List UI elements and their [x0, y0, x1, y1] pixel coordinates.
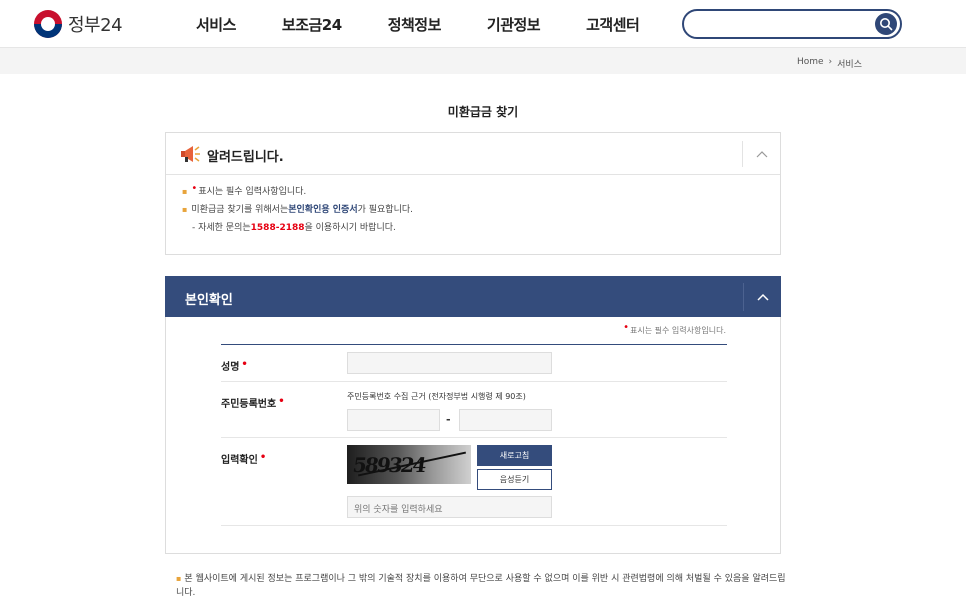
- required-mark-icon: •: [241, 359, 248, 370]
- required-mark-icon: •: [278, 396, 285, 407]
- notice-line-required: ▪ • 표시는 필수 입력사항입니다.: [182, 183, 780, 197]
- search-icon: [880, 18, 893, 31]
- search-input[interactable]: [696, 15, 866, 33]
- search-button[interactable]: [875, 13, 897, 35]
- identity-collapse-button[interactable]: [743, 283, 781, 311]
- identity-header: 본인확인: [165, 276, 781, 317]
- name-field: [347, 352, 552, 376]
- captcha-refresh-button[interactable]: 새로고침: [477, 445, 552, 466]
- rrn-dash: -: [446, 413, 451, 426]
- notice-title: 알려드립니다.: [207, 150, 284, 165]
- rrn-back-field: [459, 409, 552, 433]
- breadcrumb: Home › 서비스: [797, 57, 862, 70]
- rrn-hint: 주민등록번호 수집 근거 (전자정부법 시행령 제 90조): [347, 392, 526, 401]
- footer-note: ▪ 본 웹사이트에 게시된 정보는 프로그램이나 그 밖의 기술적 장치를 이용하…: [176, 572, 786, 600]
- notice-contact-phone: 1588-2188: [250, 223, 305, 233]
- name-input[interactable]: [348, 356, 551, 376]
- notice-contact-prefix: - 자세한 문의는: [192, 223, 251, 233]
- name-label-text: 성명: [221, 362, 240, 373]
- main-nav: 서비스 보조금24 정책정보 기관정보 고객센터: [196, 14, 685, 35]
- breadcrumb-home[interactable]: Home: [797, 57, 824, 70]
- bullet-icon: ▪: [182, 205, 188, 214]
- rrn-label-text: 주민등록번호: [221, 399, 277, 410]
- rrn-row: 주민등록번호 • 주민등록번호 수집 근거 (전자정부법 시행령 제 90조) -: [221, 382, 727, 438]
- notice-collapse-button[interactable]: [742, 141, 780, 167]
- name-label: 성명 •: [221, 358, 249, 373]
- notice-line-contact: - 자세한 문의는 1588-2188 을 이용하시기 바랍니다.: [182, 224, 780, 233]
- bullet-icon: ▪: [182, 187, 188, 196]
- megaphone-icon: [181, 146, 200, 162]
- captcha-row: 입력확인 • 589324 새로고침 음성듣기: [221, 438, 727, 526]
- captcha-input[interactable]: [348, 500, 551, 520]
- required-mark-icon: •: [259, 452, 267, 463]
- chevron-right-icon: ›: [828, 57, 833, 67]
- required-mark-icon: •: [623, 322, 630, 333]
- notice-header: 알려드립니다.: [166, 133, 780, 175]
- bullet-icon: ▪: [176, 574, 182, 583]
- chevron-up-icon: [756, 151, 768, 158]
- rrn-back-input[interactable]: [460, 413, 551, 433]
- footer-note-text: 본 웹사이트에 게시된 정보는 프로그램이나 그 밖의 기술적 장치를 이용하여…: [176, 574, 786, 598]
- notice-cert-prefix: 미환급금 찾기를 위해서는: [191, 205, 289, 215]
- logo[interactable]: 정부24: [34, 10, 123, 38]
- chevron-up-icon: [757, 293, 769, 301]
- site-header: 정부24 서비스 보조금24 정책정보 기관정보 고객센터: [0, 0, 966, 48]
- nav-item-subsidy[interactable]: 보조금24: [282, 14, 342, 35]
- taegeuk-logo-icon: [34, 10, 62, 38]
- required-note: •표시는 필수 입력사항입니다.: [623, 322, 726, 336]
- identity-title: 본인확인: [185, 293, 233, 308]
- notice-body: ▪ • 표시는 필수 입력사항입니다. ▪ 미환급금 찾기를 위해서는 본인확인…: [166, 175, 780, 233]
- breadcrumb-current[interactable]: 서비스: [837, 57, 862, 70]
- rrn-label: 주민등록번호 •: [221, 395, 286, 410]
- nav-item-services[interactable]: 서비스: [196, 14, 236, 35]
- required-note-text: 표시는 필수 입력사항입니다.: [630, 326, 726, 335]
- notice-contact-suffix: 을 이용하시기 바랍니다.: [304, 223, 396, 233]
- nav-item-support[interactable]: 고객센터: [586, 14, 640, 35]
- captcha-field: [347, 496, 552, 520]
- identity-panel: 본인확인 •표시는 필수 입력사항입니다. 성명 • 주민등록번호 • 주민등록번호…: [165, 276, 781, 554]
- notice-cert-highlight: 본인확인용 인증서: [288, 205, 358, 215]
- nav-item-agency[interactable]: 기관정보: [487, 14, 541, 35]
- logo-text: 정부24: [68, 15, 123, 36]
- notice-cert-suffix: 가 필요합니다.: [357, 205, 414, 215]
- rrn-front-input[interactable]: [348, 413, 439, 433]
- captcha-audio-button[interactable]: 음성듣기: [477, 469, 552, 490]
- captcha-label: 입력확인 •: [221, 451, 267, 466]
- notice-required-text: 표시는 필수 입력사항입니다.: [198, 187, 307, 197]
- captcha-label-text: 입력확인: [221, 455, 258, 466]
- notice-panel: 알려드립니다. ▪ • 표시는 필수 입력사항입니다. ▪ 미환급금 찾기를 위…: [165, 132, 781, 255]
- rrn-front-field: [347, 409, 440, 433]
- nav-item-policy[interactable]: 정책정보: [388, 14, 442, 35]
- notice-line-cert: ▪ 미환급금 찾기를 위해서는 본인확인용 인증서 가 필요합니다.: [182, 206, 780, 215]
- page-title: 미환급금 찾기: [447, 105, 519, 119]
- search-box: [682, 9, 902, 39]
- captcha-image: 589324: [347, 445, 471, 484]
- name-row: 성명 •: [221, 345, 727, 382]
- required-mark-icon: •: [191, 183, 198, 194]
